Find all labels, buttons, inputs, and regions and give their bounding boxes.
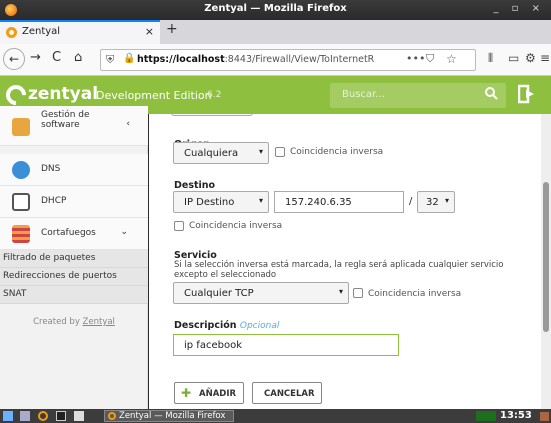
plus-icon: ✚ [181,386,192,400]
cpu-monitor-icon [476,411,496,421]
service-help-text: Si la selección inversa está marcada, la… [174,260,504,280]
clock[interactable]: 13:53 [500,410,532,421]
sidebar-subitem-snat[interactable]: SNAT [0,286,148,304]
pocket-icon[interactable]: ⛉ [426,52,434,66]
zentyal-link[interactable]: Zentyal [83,317,115,327]
sidebar-item-label: Cortafuegos [41,228,96,238]
service-inverse-label: Coincidencia inversa [368,289,462,299]
rule-form: Origen Cualquiera ▾ Coincidencia inversa… [149,114,541,409]
extension-icon[interactable]: ⚙ [525,51,536,65]
chevron-down-icon: ⌄ [120,227,128,237]
zentyal-logo-icon[interactable] [1,80,31,110]
library-icon[interactable]: ⫴ [488,51,493,66]
page-scrollbar[interactable] [541,114,551,409]
cut-off-select [171,114,253,116]
terminal-icon[interactable] [56,411,66,421]
origin-inverse-label: Coincidencia inversa [290,147,384,157]
sidebar-item-dns[interactable]: DNS [0,154,148,186]
sidebar-item-label: DHCP [41,196,67,206]
tracking-shield-icon[interactable]: ⛨ [106,53,114,67]
page-actions-icon[interactable]: ••• [406,52,425,65]
destination-inverse-checkbox[interactable] [174,221,184,231]
text-editor-icon[interactable] [74,411,84,421]
description-label: Descripción Opcional [174,320,280,331]
dns-icon [12,161,30,179]
firefox-icon [108,412,116,420]
origin-inverse-checkbox[interactable] [275,147,285,157]
created-by-footer: Created by Zentyal [33,317,115,327]
lock-icon[interactable]: 🔒 [123,53,135,64]
firefox-launcher-icon[interactable] [38,411,48,421]
window-title: Zentyal — Mozilla Firefox [204,3,347,14]
search-icon[interactable] [484,86,498,104]
window-titlebar: Zentyal — Mozilla Firefox _ ▫ × [0,0,551,20]
destination-label: Destino [174,180,216,191]
service-inverse-checkbox[interactable] [353,288,363,298]
tab-strip: Zentyal × + [0,20,551,44]
forward-button[interactable]: → [30,50,41,65]
scrollbar-thumb[interactable] [543,182,549,332]
optional-tag: Opcional [239,321,280,331]
sidebar-icon[interactable]: ▭ [508,51,519,65]
logout-icon[interactable] [517,84,538,106]
search-input[interactable]: Buscar... [330,83,506,108]
sidebar-subitem-packet-filter[interactable]: Filtrado de paquetes [0,250,148,268]
tab-zentyal[interactable]: Zentyal × [0,20,160,44]
url-bar[interactable]: ⛨ 🔒 https://localhost:8443/Firewall/View… [100,49,476,71]
brand-name[interactable]: zentyal [28,84,98,104]
url-text[interactable]: https://localhost:8443/Firewall/View/ToI… [137,54,397,65]
origin-select[interactable]: Cualquiera ▾ [173,142,269,164]
sidebar-item-label: DNS [41,164,61,174]
bookmark-star-icon[interactable]: ☆ [446,52,457,66]
firewall-icon [12,225,30,243]
sidebar: Gestión de software ‹ DNS DHCP Cortafueg… [0,106,148,409]
window-controls[interactable]: _ ▫ × [493,3,545,14]
sidebar-subitem-port-forwarding[interactable]: Redirecciones de puertos [0,268,148,286]
destination-type-select[interactable]: IP Destino ▾ [173,191,269,213]
new-tab-button[interactable]: + [166,21,178,37]
navigation-toolbar: ← → C ⌂ ⛨ 🔒 https://localhost:8443/Firew… [0,44,551,76]
reload-button[interactable]: C [52,50,61,65]
dhcp-network-icon [12,193,30,211]
select-arrow-icon: ▾ [338,287,343,296]
back-button[interactable]: ← [3,48,25,70]
chevron-left-icon: ‹ [126,119,130,129]
files-icon[interactable] [20,411,30,421]
description-input[interactable]: ip facebook [173,334,399,356]
sidebar-item-label: Gestión de software [41,110,90,130]
tab-close-icon[interactable]: × [145,25,154,38]
select-arrow-icon: ▾ [258,196,263,205]
cancel-button[interactable]: CANCELAR [252,382,322,404]
zentyal-favicon-icon [6,27,17,38]
menu-launcher-icon[interactable] [3,411,13,421]
search-placeholder: Buscar... [342,89,385,100]
taskbar: Zentyal — Mozilla Firefox 13:53 [0,409,551,423]
destination-ip-input[interactable]: 157.240.6.35 [274,191,404,213]
select-arrow-icon: ▾ [258,147,263,156]
service-select[interactable]: Cualquier TCP ▾ [173,282,349,304]
edition-label: Development Edition [96,89,212,102]
software-package-icon [12,118,30,136]
destination-inverse-label: Coincidencia inversa [189,221,283,231]
menu-icon[interactable]: ≡ [540,51,550,65]
sidebar-item-firewall[interactable]: Cortafuegos ⌄ [0,218,148,250]
show-desktop-icon[interactable] [540,412,549,421]
sidebar-item-dhcp[interactable]: DHCP [0,186,148,218]
destination-mask-select[interactable]: 32 ▾ [417,191,455,213]
ip-slash: / [409,196,413,207]
add-button[interactable]: ✚ AÑADIR [174,382,244,404]
sidebar-item-software[interactable]: Gestión de software ‹ [0,106,148,146]
version-label: 6.2 [207,90,222,100]
select-arrow-icon: ▾ [444,196,449,205]
taskbar-task-firefox[interactable]: Zentyal — Mozilla Firefox [104,410,234,422]
home-button[interactable]: ⌂ [74,50,82,65]
tab-label: Zentyal [22,26,61,37]
